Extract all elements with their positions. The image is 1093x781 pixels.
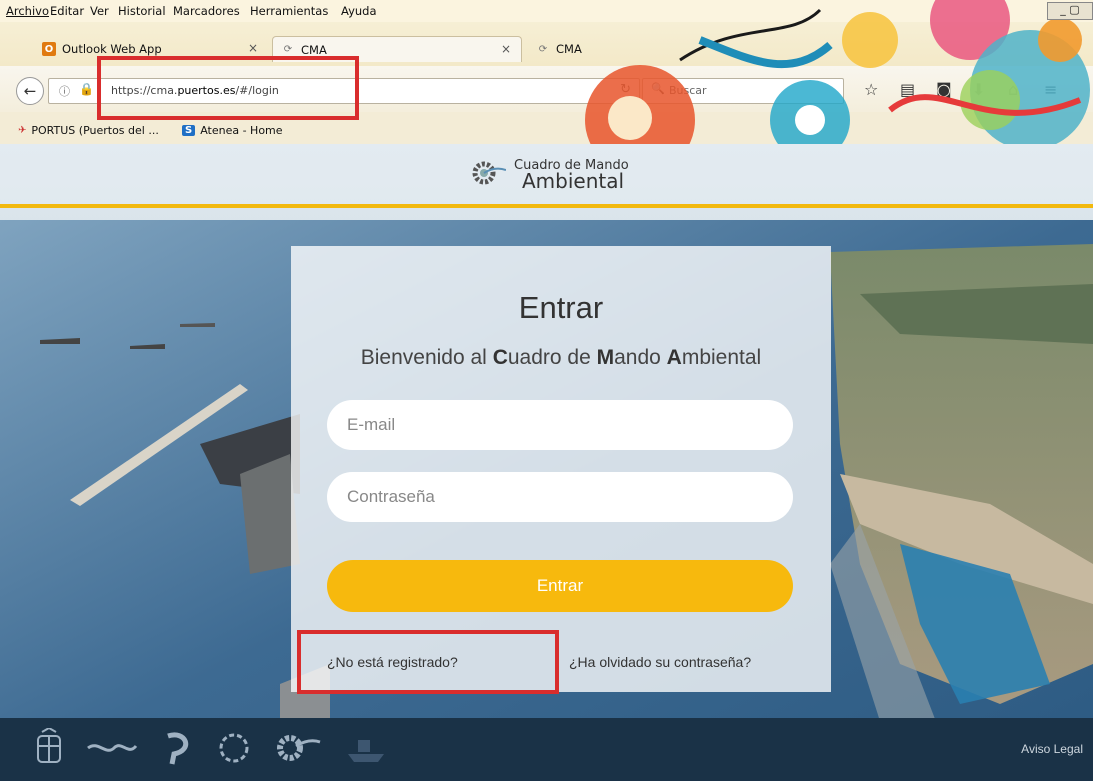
tab-strip: O Outlook Web App × ⟳ CMA × ⟳ CMA [0, 22, 1093, 66]
star-icon[interactable]: ☆ [864, 80, 900, 99]
sharepoint-icon: S [182, 125, 196, 136]
site-icon: ⟳ [283, 44, 293, 55]
circle-logo-icon[interactable] [216, 730, 252, 770]
menu-editar[interactable]: Editar [50, 4, 84, 18]
tab-label: CMA [301, 42, 327, 57]
close-icon[interactable]: × [501, 42, 511, 56]
ship-logo-icon[interactable] [344, 732, 388, 768]
menu-icon[interactable]: ≡ [1044, 80, 1080, 99]
login-card: Entrar Bienvenido al Cuadro de Mando Amb… [291, 246, 831, 692]
arrow-left-icon: ← [23, 82, 37, 100]
menu-bar: Archivo Editar Ver Historial Marcadores … [0, 0, 1093, 22]
email-field[interactable] [327, 400, 793, 450]
outlook-icon: O [42, 42, 56, 56]
portus-icon: ✈ [18, 125, 27, 136]
toolbar-icons: ☆ ▤ ◙ ⬇ ⌂ ≡ [864, 80, 1080, 99]
tab-cma-active[interactable]: ⟳ CMA × [272, 36, 522, 62]
footer-logos [34, 726, 410, 772]
legal-notice-link[interactable]: Aviso Legal [1021, 742, 1083, 756]
ports-logo-icon[interactable] [160, 730, 194, 770]
tab-label: CMA [556, 42, 582, 56]
brand-line2: Ambiental [522, 169, 625, 193]
menu-herramientas[interactable]: Herramientas [250, 4, 328, 18]
login-button[interactable]: Entrar [327, 560, 793, 612]
nav-bar: ← ⓘ 🔒 https://cma.puertos.es/#/login ↻ 🔍… [0, 66, 1093, 112]
menu-marcadores[interactable]: Marcadores [173, 4, 240, 18]
tab-label: Outlook Web App [62, 42, 162, 56]
bookmark-atenea[interactable]: S Atenea - Home [182, 124, 283, 137]
bookmarks-bar: ✈ PORTUS (Puertos del ... S Atenea - Hom… [0, 112, 1093, 144]
lock-icon: 🔒 [79, 82, 94, 96]
reload-icon[interactable]: ↻ [620, 82, 631, 97]
reading-list-icon[interactable]: ▤ [900, 80, 936, 99]
window-controls[interactable]: _ ▢ [1047, 2, 1093, 20]
register-link[interactable]: ¿No está registrado? [327, 654, 458, 670]
gear-footer-icon[interactable] [274, 730, 322, 770]
search-placeholder: Buscar [669, 84, 707, 97]
info-icon[interactable]: ⓘ [59, 83, 70, 99]
url-text: https://cma.puertos.es/#/login [111, 84, 279, 97]
menu-ayuda[interactable]: Ayuda [341, 4, 377, 18]
download-icon[interactable]: ⬇ [972, 80, 1008, 99]
menu-ver[interactable]: Ver [90, 4, 109, 18]
pocket-icon[interactable]: ◙ [936, 80, 972, 99]
tab-outlook[interactable]: O Outlook Web App × [34, 36, 268, 62]
gear-logo-icon [472, 161, 506, 185]
site-icon: ⟳ [538, 43, 548, 55]
welcome-text: Bienvenido al Cuadro de Mando Ambiental [360, 346, 762, 369]
brand-logo[interactable]: Cuadro de Mando Ambiental [470, 158, 629, 193]
forgot-password-link[interactable]: ¿Ha olvidado su contraseña? [569, 654, 751, 670]
home-icon[interactable]: ⌂ [1008, 80, 1044, 99]
search-input[interactable]: 🔍 Buscar [642, 78, 844, 104]
ministry-logo-icon[interactable] [86, 736, 138, 764]
coat-of-arms-icon[interactable] [34, 726, 64, 772]
back-button[interactable]: ← [16, 77, 44, 105]
bookmark-portus[interactable]: ✈ PORTUS (Puertos del ... [18, 124, 159, 137]
site-header: Cuadro de Mando Ambiental [0, 144, 1093, 208]
login-title: Entrar [518, 290, 604, 325]
password-field[interactable] [327, 472, 793, 522]
tab-cma[interactable]: ⟳ CMA [528, 36, 648, 62]
url-bar[interactable]: ⓘ 🔒 https://cma.puertos.es/#/login ↻ [48, 78, 640, 104]
footer: Aviso Legal [0, 718, 1093, 781]
close-icon[interactable]: × [248, 41, 258, 55]
menu-archivo[interactable]: Archivo [6, 4, 49, 18]
search-icon: 🔍 [651, 82, 665, 95]
menu-historial[interactable]: Historial [118, 4, 166, 18]
page: Cuadro de Mando Ambiental Entrar Bienven… [0, 144, 1093, 781]
